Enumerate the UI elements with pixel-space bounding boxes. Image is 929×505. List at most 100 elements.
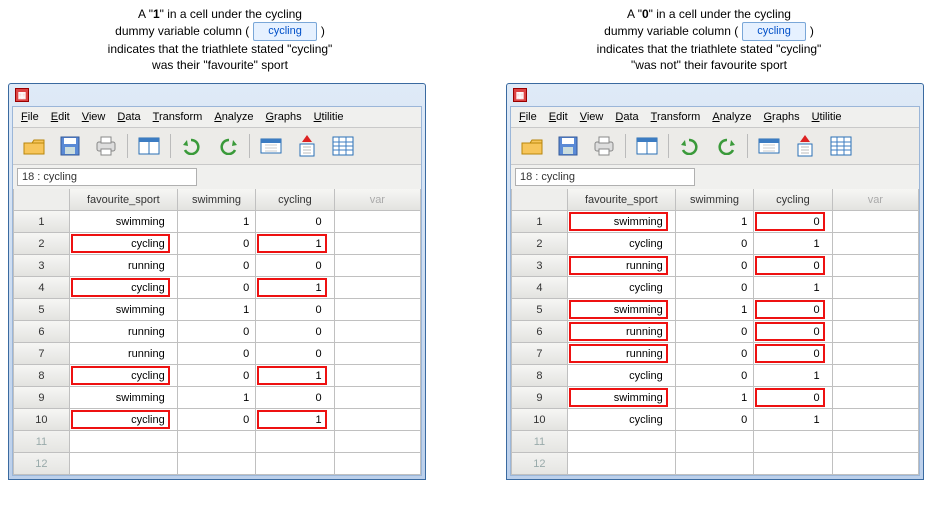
cell-favourite[interactable]: cycling [70,365,178,387]
goto-case-button[interactable] [256,132,286,160]
goto-variable-button[interactable] [790,132,820,160]
cell-var[interactable] [833,343,919,365]
cell-favourite[interactable]: swimming [568,299,676,321]
cell-var[interactable] [335,365,421,387]
cell-var[interactable] [833,211,919,233]
goto-variable-button[interactable] [292,132,322,160]
cell-favourite[interactable]: swimming [568,211,676,233]
recall-dialog-button[interactable] [134,132,164,160]
cell-swimming[interactable]: 1 [676,387,754,409]
redo-button[interactable] [711,132,741,160]
menu-graphs[interactable]: Graphs [265,111,301,123]
menu-analyze[interactable]: Analyze [712,111,751,123]
cell-var[interactable] [833,365,919,387]
cell-swimming[interactable]: 0 [178,255,256,277]
row-header[interactable]: 4 [511,277,568,299]
col-swimming[interactable]: swimming [178,189,256,211]
cell-cycling[interactable]: 0 [256,299,334,321]
cell-indicator-input[interactable] [515,168,695,186]
cell-cycling[interactable] [754,431,832,453]
cell-swimming[interactable]: 0 [676,233,754,255]
row-header[interactable]: 6 [13,321,70,343]
cell-swimming[interactable]: 0 [676,365,754,387]
cell-favourite[interactable] [70,453,178,475]
cell-var[interactable] [833,321,919,343]
cell-cycling[interactable] [256,431,334,453]
cell-swimming[interactable] [178,431,256,453]
cell-favourite[interactable]: cycling [568,277,676,299]
cell-cycling[interactable]: 0 [256,343,334,365]
cell-favourite[interactable]: running [70,343,178,365]
recall-dialog-button[interactable] [632,132,662,160]
col-cycling[interactable]: cycling [256,189,334,211]
cell-swimming[interactable]: 0 [178,343,256,365]
row-header[interactable]: 5 [511,299,568,321]
menu-utilities[interactable]: Utilitie [314,111,344,123]
row-header[interactable]: 7 [511,343,568,365]
grid-corner[interactable] [13,189,70,211]
cell-swimming[interactable] [178,453,256,475]
row-header[interactable]: 7 [13,343,70,365]
menu-view[interactable]: View [580,111,604,123]
menu-data[interactable]: Data [117,111,140,123]
row-header[interactable]: 6 [511,321,568,343]
cell-var[interactable] [335,387,421,409]
cell-swimming[interactable]: 1 [178,299,256,321]
cell-swimming[interactable]: 0 [178,365,256,387]
cell-favourite[interactable]: swimming [70,387,178,409]
cell-favourite[interactable]: cycling [568,233,676,255]
cell-cycling[interactable]: 0 [256,211,334,233]
cell-indicator-input[interactable] [17,168,197,186]
menu-transform[interactable]: Transform [153,111,203,123]
row-header[interactable]: 11 [511,431,568,453]
cell-favourite[interactable]: swimming [70,211,178,233]
col-favourite[interactable]: favourite_sport [70,189,178,211]
menu-file[interactable]: File [519,111,537,123]
cell-var[interactable] [833,409,919,431]
row-header[interactable]: 8 [511,365,568,387]
cell-cycling[interactable]: 0 [754,343,832,365]
cell-var[interactable] [335,299,421,321]
cell-swimming[interactable]: 0 [676,255,754,277]
col-swimming[interactable]: swimming [676,189,754,211]
menu-transform[interactable]: Transform [651,111,701,123]
cell-swimming[interactable]: 0 [676,409,754,431]
save-button[interactable] [553,132,583,160]
cell-var[interactable] [833,233,919,255]
cell-var[interactable] [833,255,919,277]
cell-favourite[interactable]: cycling [70,409,178,431]
cell-swimming[interactable]: 1 [676,211,754,233]
cell-swimming[interactable] [676,431,754,453]
cell-favourite[interactable]: running [568,321,676,343]
cell-swimming[interactable]: 0 [178,277,256,299]
cell-cycling[interactable]: 0 [754,299,832,321]
cell-var[interactable] [335,321,421,343]
cell-var[interactable] [335,211,421,233]
undo-button[interactable] [177,132,207,160]
menu-edit[interactable]: Edit [549,111,568,123]
open-file-button[interactable] [517,132,547,160]
cell-cycling[interactable]: 0 [256,387,334,409]
cell-favourite[interactable]: running [70,321,178,343]
row-header[interactable]: 3 [511,255,568,277]
open-file-button[interactable] [19,132,49,160]
cell-swimming[interactable] [676,453,754,475]
col-var[interactable]: var [335,189,421,211]
col-cycling[interactable]: cycling [754,189,832,211]
row-header[interactable]: 2 [511,233,568,255]
cell-favourite[interactable]: running [568,255,676,277]
variables-button[interactable] [328,132,358,160]
goto-case-button[interactable] [754,132,784,160]
cell-cycling[interactable]: 1 [256,277,334,299]
cell-cycling[interactable]: 0 [754,211,832,233]
cell-swimming[interactable]: 0 [676,343,754,365]
cell-var[interactable] [833,453,919,475]
menu-file[interactable]: File [21,111,39,123]
undo-button[interactable] [675,132,705,160]
cell-var[interactable] [335,343,421,365]
cell-swimming[interactable]: 0 [676,321,754,343]
row-header[interactable]: 12 [511,453,568,475]
cell-favourite[interactable] [70,431,178,453]
row-header[interactable]: 5 [13,299,70,321]
cell-favourite[interactable]: cycling [70,277,178,299]
